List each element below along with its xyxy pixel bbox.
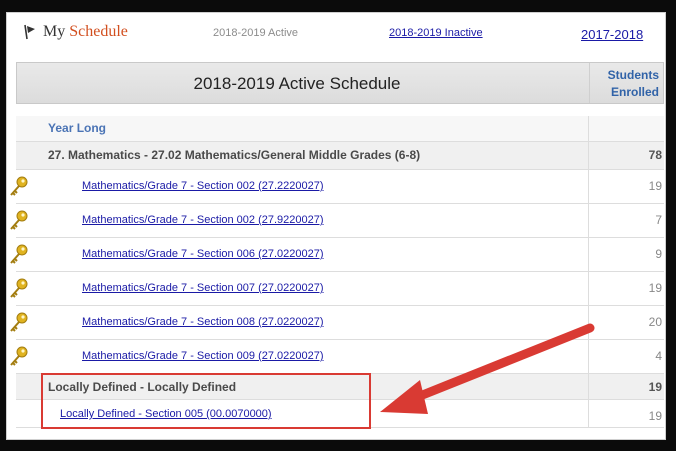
year-long-label: Year Long (48, 121, 107, 135)
tab-my-label: My (43, 23, 66, 40)
tab-bar: My Schedule 2018-2019 Active 2018-2019 I… (7, 13, 665, 57)
column-divider (588, 170, 589, 203)
section-link[interactable]: Mathematics/Grade 7 - Section 009 (27.02… (82, 350, 324, 362)
column-divider (588, 116, 589, 141)
tab-2018-2019-active[interactable]: 2018-2019 Active (213, 27, 298, 39)
year-long-row: Year Long (16, 116, 664, 142)
key-icon[interactable] (8, 209, 32, 233)
flag-icon (24, 24, 35, 40)
tab-2018-2019-inactive[interactable]: 2018-2019 Inactive (389, 27, 483, 39)
table-row: Mathematics/Grade 7 - Section 006 (27.02… (10, 238, 664, 272)
column-divider (588, 400, 589, 427)
key-icon[interactable] (8, 345, 32, 369)
course-group-label: 27. Mathematics - 27.02 Mathematics/Gene… (48, 148, 421, 162)
key-icon[interactable] (8, 243, 32, 267)
key-icon[interactable] (8, 175, 32, 199)
locally-defined-group-row: Locally Defined - Locally Defined 19 (16, 374, 664, 400)
section-count: 9 (655, 247, 662, 261)
tab-my-schedule[interactable]: My Schedule (21, 23, 128, 41)
section-count: 19 (648, 179, 662, 193)
column-divider (588, 374, 589, 399)
schedule-header: 2018-2019 Active Schedule Students Enrol… (16, 62, 664, 104)
section-count: 20 (648, 315, 662, 329)
column-divider (588, 306, 589, 339)
enrolled-label: Enrolled (610, 85, 659, 99)
key-icon[interactable] (8, 311, 32, 335)
schedule-table: Year Long 27. Mathematics - 27.02 Mathem… (10, 116, 664, 428)
locally-defined-group-label: Locally Defined - Locally Defined (48, 380, 237, 394)
table-row: Locally Defined - Section 005 (00.007000… (16, 400, 664, 428)
tab-schedule-label: Schedule (69, 23, 128, 40)
section-link[interactable]: Mathematics/Grade 7 - Section 008 (27.02… (82, 316, 324, 328)
column-divider (588, 340, 589, 373)
column-divider (588, 272, 589, 305)
section-link[interactable]: Mathematics/Grade 7 - Section 002 (27.92… (82, 214, 324, 226)
section-count: 7 (655, 213, 662, 227)
locally-defined-section-count: 19 (648, 409, 662, 423)
tab-2017-2018[interactable]: 2017-2018 (581, 27, 643, 42)
table-row: Mathematics/Grade 7 - Section 009 (27.02… (10, 340, 664, 374)
section-link[interactable]: Mathematics/Grade 7 - Section 006 (27.02… (82, 248, 324, 260)
section-count: 4 (655, 349, 662, 363)
column-divider (588, 142, 589, 169)
section-count: 19 (648, 281, 662, 295)
table-row: Mathematics/Grade 7 - Section 007 (27.02… (10, 272, 664, 306)
locally-defined-group-count: 19 (648, 380, 662, 394)
students-enrolled-header: Students Enrolled (608, 67, 659, 101)
table-row: Mathematics/Grade 7 - Section 002 (27.92… (10, 204, 664, 238)
section-link[interactable]: Mathematics/Grade 7 - Section 007 (27.02… (82, 282, 324, 294)
locally-defined-section-link[interactable]: Locally Defined - Section 005 (00.007000… (60, 408, 272, 420)
key-icon[interactable] (8, 277, 32, 301)
page-title: 2018-2019 Active Schedule (193, 74, 401, 93)
table-row: Mathematics/Grade 7 - Section 008 (27.02… (10, 306, 664, 340)
students-label: Students (607, 68, 659, 82)
course-group-row: 27. Mathematics - 27.02 Mathematics/Gene… (16, 142, 664, 170)
column-divider (588, 204, 589, 237)
course-group-count: 78 (648, 148, 662, 162)
section-link[interactable]: Mathematics/Grade 7 - Section 002 (27.22… (82, 180, 324, 192)
column-divider (588, 238, 589, 271)
header-divider (589, 63, 590, 103)
table-row: Mathematics/Grade 7 - Section 002 (27.22… (10, 170, 664, 204)
